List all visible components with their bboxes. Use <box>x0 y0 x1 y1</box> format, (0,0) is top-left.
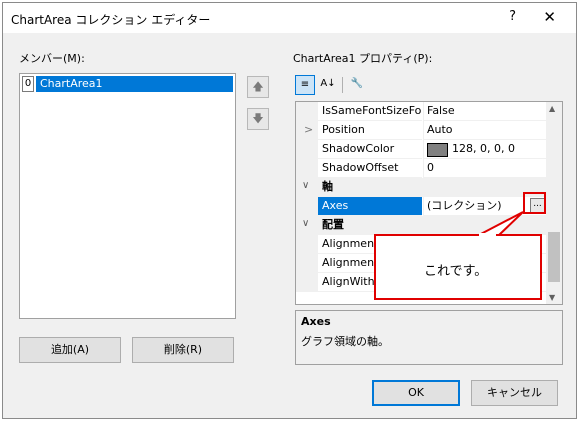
scroll-up-icon[interactable]: ▲ <box>549 104 555 113</box>
property-row[interactable]: ShadowOffset 0 <box>296 159 546 178</box>
description-title: Axes <box>301 315 331 328</box>
property-name: IsSameFontSizeForAllAxes <box>318 102 422 121</box>
arrow-up-icon: 🡅 <box>252 80 264 93</box>
members-list[interactable]: 0 ChartArea1 <box>19 73 236 319</box>
shadow-color-value: 128, 0, 0, 0 <box>452 142 515 155</box>
category-row[interactable]: ∨ 軸 <box>296 178 546 197</box>
collapse-chevron-icon[interactable]: ∨ <box>302 218 309 229</box>
callout-text: これです。 <box>424 264 488 279</box>
category-name: 配置 <box>322 218 344 231</box>
row-gutter <box>296 235 318 254</box>
property-row[interactable]: > Position Auto <box>296 121 546 140</box>
close-button[interactable]: ✕ <box>543 8 556 26</box>
vertical-scrollbar[interactable]: ▲ ▼ <box>546 102 562 304</box>
color-swatch <box>427 143 448 157</box>
list-item-index: 0 <box>22 76 34 92</box>
ok-button[interactable]: OK <box>372 380 460 406</box>
move-up-button[interactable]: 🡅 <box>247 76 269 98</box>
property-name: Axes <box>318 197 422 216</box>
toolbar-separator <box>342 77 343 93</box>
property-row[interactable]: IsSameFontSizeForAllAxes False <box>296 102 546 121</box>
callout-joint <box>479 233 496 237</box>
property-name: ShadowColor <box>318 140 422 159</box>
arrow-down-icon: 🡇 <box>252 112 264 125</box>
property-value[interactable]: 128, 0, 0, 0 <box>423 140 546 159</box>
categorized-button[interactable]: ≡ <box>295 75 315 95</box>
window-title: ChartArea コレクション エディター <box>11 13 211 27</box>
property-value[interactable]: 0 <box>423 159 546 178</box>
categorized-icon: ≡ <box>300 79 310 90</box>
remove-button[interactable]: 削除(R) <box>132 337 234 363</box>
collapse-chevron-icon[interactable]: ∨ <box>302 180 309 191</box>
property-pages-button[interactable]: 🔧 <box>347 75 367 95</box>
description-panel: Axes グラフ領域の軸。 <box>295 310 563 365</box>
annotation-callout: これです。 <box>374 234 542 300</box>
category-name: 軸 <box>322 180 333 193</box>
wrench-icon: 🔧 <box>350 78 364 89</box>
move-down-button[interactable]: 🡇 <box>247 108 269 130</box>
members-label: メンバー(M): <box>19 52 85 65</box>
scroll-down-icon[interactable]: ▼ <box>549 293 555 302</box>
description-text: グラフ領域の軸。 <box>301 335 389 348</box>
expand-chevron-icon[interactable]: > <box>304 123 313 136</box>
property-value[interactable]: Auto <box>423 121 546 140</box>
collection-editor-dialog: ChartArea コレクション エディター ? ✕ メンバー(M): 0 Ch… <box>2 2 577 419</box>
property-value[interactable]: False <box>423 102 546 121</box>
row-gutter <box>296 273 318 292</box>
property-name: ShadowOffset <box>318 159 422 178</box>
help-button[interactable]: ? <box>509 9 516 24</box>
title-bar: ChartArea コレクション エディター ? ✕ <box>3 3 576 33</box>
property-row[interactable]: ShadowColor 128, 0, 0, 0 <box>296 140 546 159</box>
properties-label: ChartArea1 プロパティ(P): <box>293 52 433 65</box>
ellipsis-button[interactable]: ... <box>530 198 545 213</box>
property-row[interactable]: Axes (コレクション) ... <box>296 197 546 216</box>
list-item[interactable]: 0 ChartArea1 <box>22 76 233 92</box>
scrollbar-thumb[interactable] <box>548 232 560 282</box>
row-gutter <box>296 254 318 273</box>
category-row[interactable]: ∨ 配置 <box>296 216 546 235</box>
add-button[interactable]: 追加(A) <box>19 337 121 363</box>
cancel-button[interactable]: キャンセル <box>471 380 558 406</box>
row-gutter <box>296 140 318 159</box>
alphabetical-sort-icon: A↓ <box>320 78 336 89</box>
row-gutter <box>296 197 318 216</box>
alphabetical-button[interactable]: A↓ <box>318 75 338 95</box>
property-value[interactable]: (コレクション) <box>423 197 546 216</box>
row-gutter <box>296 102 318 121</box>
property-name: Position <box>318 121 422 140</box>
row-gutter: > <box>296 121 318 140</box>
list-item-name[interactable]: ChartArea1 <box>36 76 233 92</box>
row-gutter <box>296 159 318 178</box>
